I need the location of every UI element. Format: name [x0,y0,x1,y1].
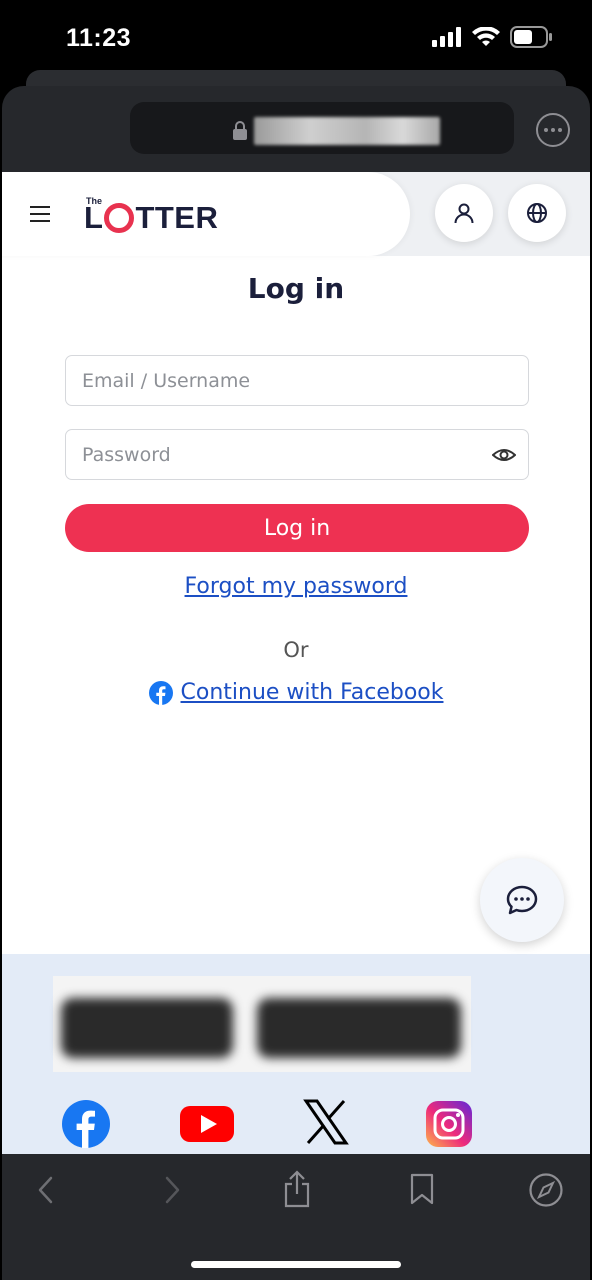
compass-icon[interactable] [528,1172,564,1208]
logo-wordmark: L TTER [84,200,219,235]
home-indicator [191,1261,401,1268]
bookmarks-icon[interactable] [408,1172,436,1206]
facebook-icon [148,680,173,705]
email-input[interactable] [66,356,528,405]
account-button[interactable] [435,184,493,242]
x-icon[interactable] [302,1098,350,1146]
password-input[interactable] [66,430,528,479]
email-field[interactable] [65,355,529,406]
show-password-icon[interactable] [492,444,516,466]
chat-bubble-icon [506,885,538,915]
password-field[interactable] [65,429,529,480]
more-dot-icon [558,128,562,132]
footer [2,954,590,1154]
browser-top-bar [2,86,590,172]
status-icons [432,26,552,48]
more-options-button[interactable] [536,113,570,147]
more-dot-icon [544,128,548,132]
or-divider-text: Or [283,638,309,662]
menu-icon[interactable] [30,206,50,227]
facebook-icon[interactable] [62,1100,110,1148]
language-button[interactable] [508,184,566,242]
url-text-blurred [254,117,440,145]
chat-button[interactable] [480,858,564,942]
status-time: 11:23 [66,24,132,52]
more-dot-icon [551,128,555,132]
youtube-icon[interactable] [180,1104,234,1144]
status-bar: 11:23 [0,0,592,72]
signal-icon [432,27,461,47]
google-play-badge[interactable] [257,998,461,1058]
instagram-icon[interactable] [425,1100,473,1148]
facebook-login-link[interactable]: Continue with Facebook [2,680,590,705]
globe-icon [527,203,547,223]
forward-icon[interactable] [160,1174,184,1206]
app-store-badge[interactable] [61,998,233,1058]
facebook-link-label: Continue with Facebook [180,680,444,705]
page-title: Log in [247,272,345,305]
address-bar[interactable] [130,102,514,154]
logo-o-icon [104,203,135,233]
web-page: The LTTER Log in Log in Forgot my passwo… [2,172,590,1154]
user-icon [454,203,474,224]
login-button[interactable]: Log in [65,504,529,552]
lock-icon [233,121,247,140]
forgot-password-link[interactable]: Forgot my password [2,574,590,599]
back-icon[interactable] [34,1174,58,1206]
wifi-icon [472,27,500,46]
app-store-badges [53,976,471,1072]
share-icon[interactable] [282,1170,312,1208]
battery-icon [510,26,552,48]
